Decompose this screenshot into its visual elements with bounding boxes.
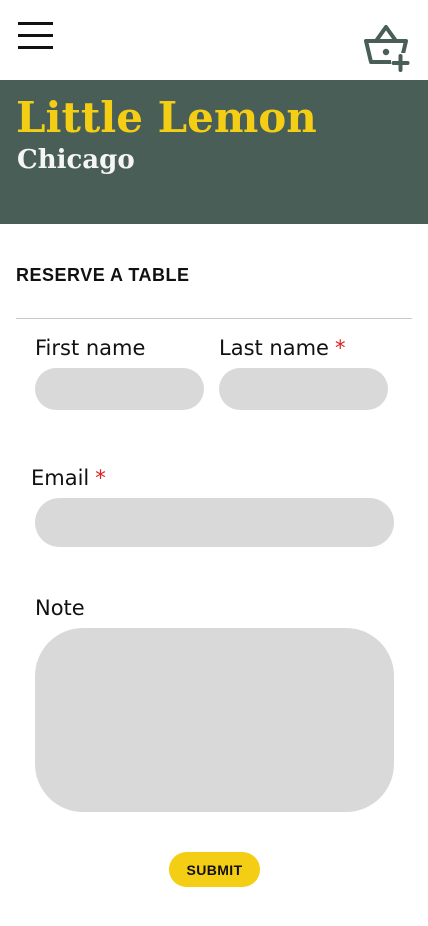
restaurant-location: Chicago — [17, 145, 135, 175]
top-bar — [0, 0, 428, 80]
first-name-input[interactable] — [35, 368, 204, 410]
menu-line — [18, 46, 53, 49]
first-name-label: First name — [35, 334, 145, 362]
reserve-table-heading: RESERVE A TABLE — [16, 265, 190, 285]
submit-button[interactable]: SUBMIT — [169, 852, 260, 887]
restaurant-name: Little Lemon — [16, 93, 317, 142]
email-label-text: Email — [31, 466, 90, 490]
last-name-label: Last name * — [219, 334, 345, 362]
menu-line — [18, 22, 53, 25]
note-label: Note — [35, 594, 85, 622]
last-name-input[interactable] — [219, 368, 388, 410]
note-textarea[interactable] — [35, 628, 394, 812]
hero-banner: Little Lemon Chicago — [0, 80, 428, 224]
required-asterisk: * — [95, 466, 106, 490]
section-divider — [16, 318, 412, 319]
email-input[interactable] — [35, 498, 394, 547]
required-asterisk: * — [334, 336, 346, 360]
last-name-label-text: Last name — [219, 336, 329, 360]
hamburger-menu-icon[interactable] — [18, 22, 54, 50]
note-label-text: Note — [35, 596, 85, 620]
menu-line — [18, 34, 53, 37]
basket-add-icon[interactable] — [362, 24, 412, 72]
basket-add-icon-graphic — [364, 25, 411, 72]
first-name-label-text: First name — [35, 336, 146, 360]
email-label: Email * — [31, 464, 106, 492]
